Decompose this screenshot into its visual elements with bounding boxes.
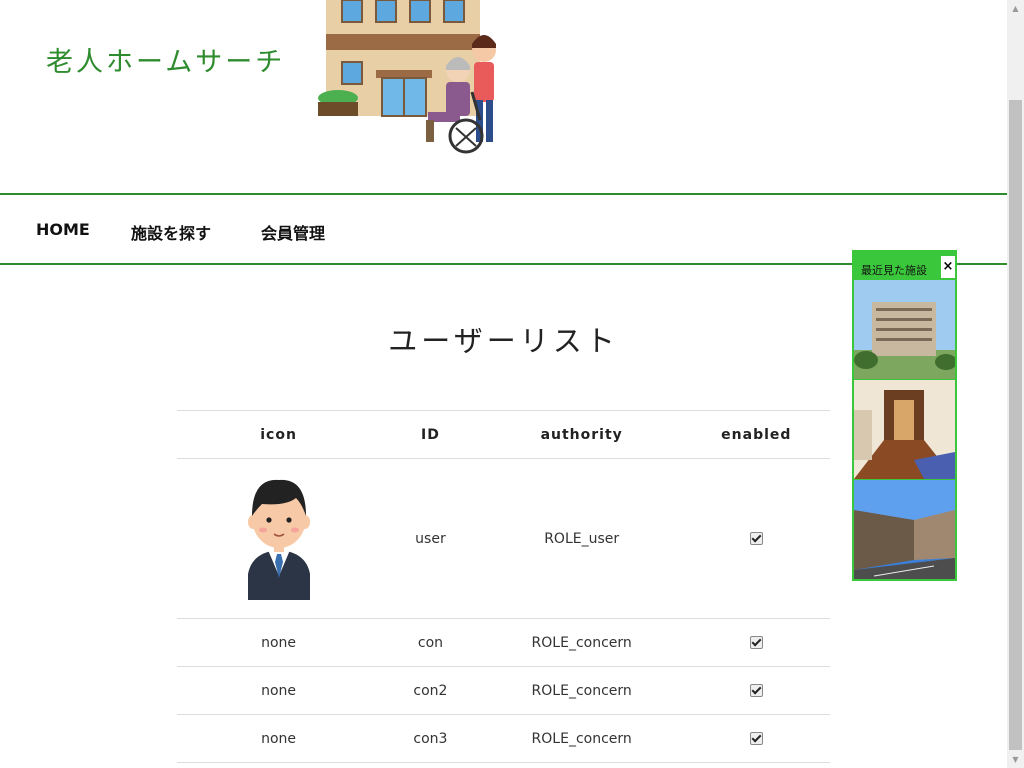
user-enabled-cell	[682, 714, 830, 763]
nav-item-home[interactable]: HOME	[36, 220, 90, 239]
nav-item-search-facilities[interactable]: 施設を探す	[131, 220, 211, 244]
scroll-up-icon[interactable]: ▲	[1007, 0, 1024, 17]
column-header-authority: authority	[480, 410, 683, 459]
column-header-enabled: enabled	[682, 410, 830, 459]
table-row: none con ROLE_concern	[177, 618, 830, 667]
nursing-home-illustration	[318, 0, 496, 154]
enabled-checkbox[interactable]	[749, 684, 763, 697]
user-authority-cell: ROLE_concern	[480, 618, 683, 667]
recent-facilities-panel: 最近見た施設 ×	[852, 250, 957, 581]
enabled-checkbox[interactable]	[749, 636, 763, 649]
user-icon-cell: none	[177, 618, 381, 667]
scrollbar-thumb[interactable]	[1009, 100, 1022, 750]
nav-item-member-management[interactable]: 会員管理	[261, 220, 325, 244]
user-avatar-cell	[177, 458, 381, 619]
user-enabled-cell	[682, 666, 830, 715]
user-enabled-cell	[682, 458, 830, 619]
user-authority-cell: ROLE_concern	[480, 666, 683, 715]
user-table: icon ID authority enabled user ROLE_user…	[177, 410, 830, 763]
user-authority-cell: ROLE_concern	[480, 714, 683, 763]
recent-facility-thumbnail[interactable]	[854, 380, 955, 479]
user-enabled-cell	[682, 618, 830, 667]
user-id-cell: user	[380, 458, 481, 619]
recent-facility-thumbnail[interactable]	[854, 480, 955, 579]
site-title[interactable]: 老人ホームサーチ	[46, 40, 285, 79]
table-row: none con3 ROLE_concern	[177, 714, 830, 763]
column-header-icon: icon	[177, 410, 381, 459]
user-id-cell: con2	[380, 666, 481, 715]
user-id-cell: con3	[380, 714, 481, 763]
table-header-row: icon ID authority enabled	[177, 410, 830, 459]
recent-facility-thumbnail[interactable]	[854, 280, 955, 379]
scroll-down-icon[interactable]: ▼	[1007, 751, 1024, 768]
site-header: 老人ホームサーチ	[0, 0, 1007, 194]
page-scrollbar[interactable]: ▲ ▼	[1007, 0, 1024, 768]
recent-panel-title: 最近見た施設	[861, 264, 927, 277]
user-icon-cell: none	[177, 714, 381, 763]
enabled-checkbox[interactable]	[749, 732, 763, 745]
enabled-checkbox[interactable]	[749, 532, 763, 545]
user-authority-cell: ROLE_user	[480, 458, 683, 619]
user-id-cell: con	[380, 618, 481, 667]
column-header-id: ID	[380, 410, 481, 459]
table-row: user ROLE_user	[177, 458, 830, 619]
user-icon-cell: none	[177, 666, 381, 715]
close-icon[interactable]: ×	[941, 256, 955, 278]
table-row: none con2 ROLE_concern	[177, 666, 830, 715]
recent-panel-header: 最近見た施設 ×	[854, 252, 955, 280]
user-avatar-icon	[247, 479, 310, 600]
